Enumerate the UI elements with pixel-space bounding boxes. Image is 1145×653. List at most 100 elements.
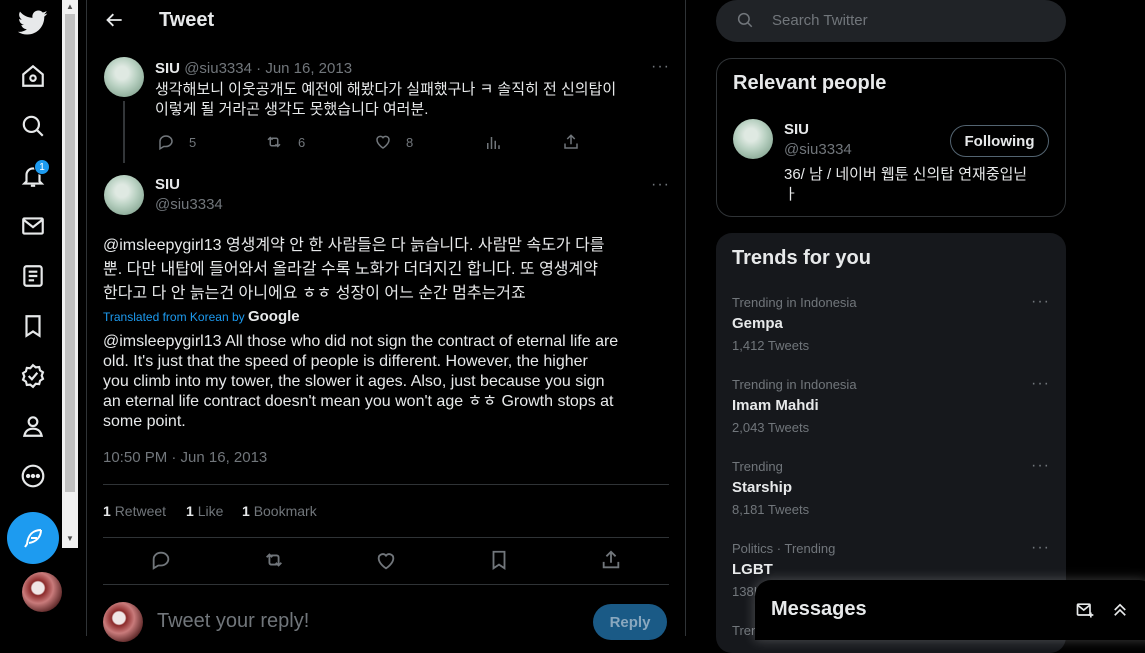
more-icon[interactable]: ··· [1031, 375, 1050, 393]
relevant-people-panel: Relevant people SIU @siu3334 Following 3… [716, 58, 1066, 217]
retweet-stat-count: 1 [103, 503, 111, 519]
retweet-button[interactable] [262, 549, 286, 571]
scroll-down-arrow-icon[interactable]: ▼ [66, 535, 74, 543]
author-name[interactable]: SIU [155, 60, 180, 77]
avatar[interactable] [104, 57, 144, 97]
reply-icon [152, 551, 170, 570]
trend-count: 8,181 Tweets [732, 502, 810, 517]
person-name[interactable]: SIU [784, 121, 809, 138]
tweet-date[interactable]: Jun 16, 2013 [265, 60, 352, 77]
bookmark-stat[interactable]: 1 Bookmark [242, 503, 317, 519]
notification-badge: 1 [34, 159, 50, 175]
bookmark-button[interactable] [488, 549, 510, 571]
account-avatar[interactable] [22, 572, 62, 612]
explore-search-icon[interactable] [10, 103, 56, 149]
divider [103, 484, 669, 485]
bookmarks-icon[interactable] [10, 303, 56, 349]
share-button[interactable] [600, 549, 622, 571]
bookmark-stat-label: Bookmark [253, 503, 317, 519]
translated-label: Translated from Korean by [103, 310, 245, 324]
author-handle[interactable]: @siu3334 [155, 196, 223, 213]
retweet-stat[interactable]: 1 Retweet [103, 503, 166, 519]
notifications-bell-icon[interactable]: 1 [10, 153, 56, 199]
trend-name: Starship [732, 479, 793, 496]
home-icon[interactable] [10, 53, 56, 99]
like-button[interactable] [375, 550, 397, 572]
author-handle[interactable]: @siu3334 [184, 60, 252, 77]
lists-icon[interactable] [10, 253, 56, 299]
trend-item[interactable]: Trending in Indonesia Gempa 1,412 Tweets… [732, 293, 1052, 353]
trend-count: 1,412 Tweets [732, 338, 810, 353]
retweet-icon [267, 136, 281, 148]
trend-meta: Trending in Indonesia [732, 295, 857, 310]
heart-icon [376, 135, 390, 149]
trend-name: Imam Mahdi [732, 397, 819, 414]
expand-chevrons-icon[interactable] [1111, 600, 1129, 620]
tweet-timestamp[interactable]: 10:50 PM · Jun 16, 2013 [103, 449, 267, 466]
trend-meta: Trending in Indonesia [732, 377, 857, 392]
tweet-detail-column: Tweet SIU @siu3334 · Jun 16, 2013 ··· 생각… [86, 0, 686, 642]
person-bio: 36/ 남 / 네이버 웹툰 신의탑 연재중입닏 ㅏ [784, 165, 1027, 205]
google-logo: Google [247, 308, 300, 325]
bookmark-stat-count: 1 [242, 503, 250, 519]
trend-meta: Trending [732, 459, 783, 474]
trend-name: Gempa [732, 315, 783, 332]
more-icon[interactable]: ··· [651, 176, 670, 194]
retweet-action[interactable]: 6 [264, 133, 305, 151]
panel-title: Relevant people [733, 72, 887, 94]
reply-submit-button[interactable]: Reply [593, 604, 667, 640]
translated-line: some point. [103, 413, 186, 430]
like-action[interactable]: 8 [374, 133, 413, 151]
messages-envelope-icon[interactable] [10, 203, 56, 249]
share-icon[interactable] [562, 133, 580, 151]
search-input[interactable]: Search Twitter [772, 12, 868, 29]
tweet-text-line: @imsleepygirl13 영생계약 안 한 사람들은 다 늙습니다. 사람… [103, 237, 605, 254]
tweet-header: SIU @siu3334 · Jun 16, 2013 [155, 60, 352, 77]
thread-line [123, 101, 125, 163]
like-stat[interactable]: 1 Like [186, 503, 223, 519]
new-message-icon[interactable] [1075, 600, 1095, 620]
more-options-icon[interactable] [10, 453, 56, 499]
translation-attribution[interactable]: Translated from Korean by Google [103, 308, 300, 325]
twitter-logo-icon[interactable] [10, 0, 56, 46]
back-arrow-icon[interactable] [105, 10, 125, 30]
more-icon[interactable]: ··· [1031, 539, 1050, 557]
reply-input[interactable]: Tweet your reply! [157, 610, 309, 633]
following-button[interactable]: Following [950, 125, 1049, 157]
reply-button[interactable] [150, 549, 172, 571]
like-stat-label: Like [197, 503, 224, 519]
more-icon[interactable]: ··· [1031, 293, 1050, 311]
translated-line: you climb into my tower, the slower it a… [103, 373, 605, 390]
tweet-text: 생각해보니 이웃공개도 예전에 해봤다가 실패했구나 ㅋ 솔직히 전 신의탑이 … [155, 80, 616, 120]
compose-tweet-button[interactable] [7, 512, 59, 564]
avatar[interactable] [733, 119, 773, 159]
reply-action[interactable]: 5 [157, 133, 196, 151]
trend-item[interactable]: Trending Starship 8,181 Tweets ··· [732, 457, 1052, 517]
more-icon[interactable]: ··· [651, 58, 670, 76]
retweet-count: 6 [298, 134, 306, 150]
verified-icon[interactable] [10, 353, 56, 399]
analytics-icon[interactable] [484, 134, 502, 152]
scrollbar[interactable]: ▲ ▼ [62, 0, 78, 548]
reply-count: 5 [189, 134, 197, 150]
search-box[interactable]: Search Twitter [716, 0, 1066, 42]
person-handle[interactable]: @siu3334 [784, 141, 852, 158]
trend-name: LGBT [732, 561, 773, 578]
profile-icon[interactable] [10, 403, 56, 449]
heart-icon [377, 553, 395, 570]
feather-icon [24, 529, 42, 548]
separator-dot: · [256, 60, 262, 77]
share-icon [602, 550, 620, 569]
search-icon [736, 11, 754, 29]
author-name[interactable]: SIU [155, 176, 180, 193]
translated-line: @imsleepygirl13 All those who did not si… [103, 333, 619, 350]
avatar[interactable] [104, 175, 144, 215]
translated-text: @imsleepygirl13 All those who did not si… [103, 332, 618, 432]
scroll-up-arrow-icon[interactable]: ▲ [66, 3, 74, 11]
messages-drawer[interactable]: Messages [755, 580, 1145, 640]
more-icon[interactable]: ··· [1031, 457, 1050, 475]
trend-item[interactable]: Trending in Indonesia Imam Mahdi 2,043 T… [732, 375, 1052, 435]
tweet-text-line: 생각해보니 이웃공개도 예전에 해봤다가 실패했구나 ㅋ 솔직히 전 신의탑이 [155, 81, 617, 98]
translated-line: old. It's just that the speed of people … [103, 353, 588, 370]
scroll-thumb[interactable] [65, 14, 75, 492]
